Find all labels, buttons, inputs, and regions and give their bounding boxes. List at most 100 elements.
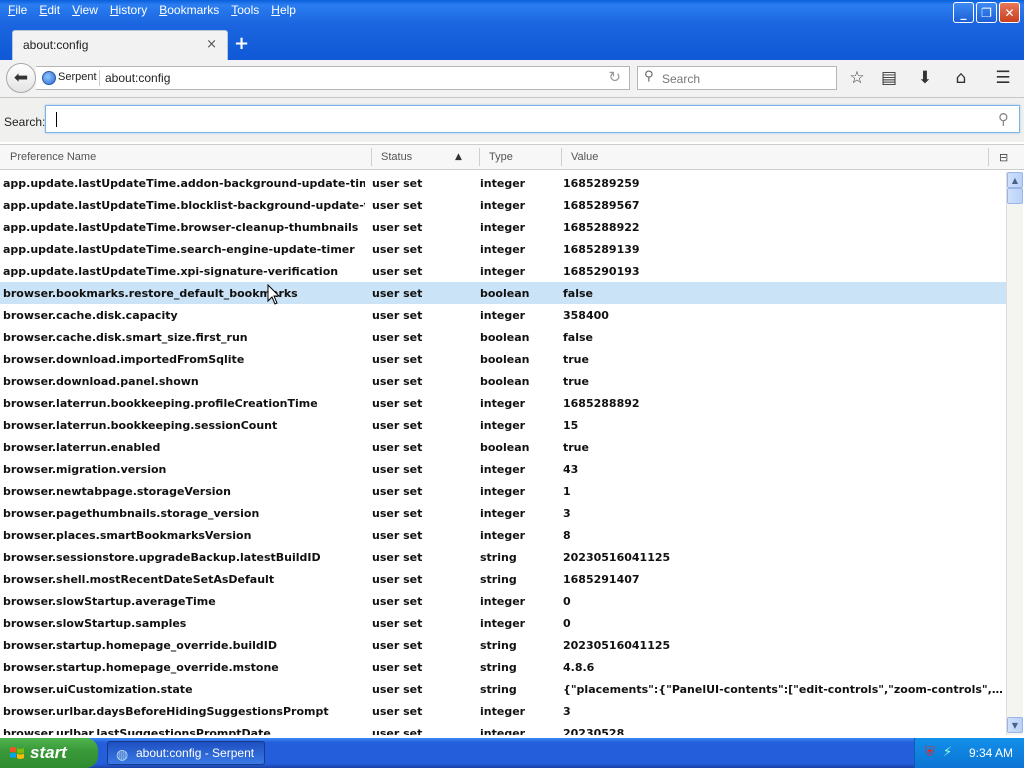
security-shield-icon[interactable]: ⛨: [925, 745, 935, 760]
pref-name-cell: app.update.lastUpdateTime.browser-cleanu…: [3, 221, 359, 234]
table-row[interactable]: app.update.lastUpdateTime.xpi-signature-…: [0, 260, 1006, 282]
pref-type-cell: integer: [480, 727, 526, 735]
url-bar[interactable]: Serpent about:config ↻: [36, 66, 630, 90]
back-button[interactable]: ⬅: [6, 63, 36, 93]
column-picker-icon[interactable]: ⊟: [999, 151, 1008, 164]
table-row[interactable]: browser.cache.disk.capacity user set integ…: [0, 304, 1006, 326]
table-row[interactable]: browser.migration.version user set integer…: [0, 458, 1006, 480]
table-row[interactable]: browser.download.importedFromSqlite user …: [0, 348, 1006, 370]
menu-item-label: elp: [279, 3, 296, 17]
table-row[interactable]: browser.urlbar.daysBeforeHidingSuggestio…: [0, 700, 1006, 722]
pref-name-cell: browser.bookmarks.restore_default_bookma…: [3, 287, 298, 300]
pref-value-cell: 0: [563, 617, 571, 630]
pref-name-cell: browser.urlbar.lastSuggestionsPromptDate: [3, 727, 271, 735]
pref-name-cell: browser.laterrun.bookkeeping.sessionCoun…: [3, 419, 278, 432]
column-value[interactable]: Value: [571, 151, 598, 163]
pref-type-cell: integer: [480, 705, 526, 718]
pref-status-cell: user set: [372, 199, 423, 212]
taskbar-window-button[interactable]: ◍ about:config - Serpent: [107, 741, 265, 765]
minimize-button[interactable]: _: [953, 2, 974, 23]
scroll-down-icon[interactable]: ▼: [1007, 717, 1023, 733]
table-row[interactable]: app.update.lastUpdateTime.search-engine-…: [0, 238, 1006, 260]
menu-item[interactable]: File: [2, 1, 33, 21]
menu-item[interactable]: Bookmarks: [153, 1, 225, 21]
downloads-icon[interactable]: ⬇: [914, 68, 936, 88]
scroll-up-icon[interactable]: ▲: [1007, 172, 1023, 188]
table-row[interactable]: browser.urlbar.lastSuggestionsPromptDate…: [0, 722, 1006, 735]
pref-value-cell: true: [563, 375, 589, 388]
search-input[interactable]: ⚲ Search: [637, 66, 837, 90]
column-preference-name[interactable]: Preference Name: [10, 151, 96, 163]
url-text[interactable]: about:config: [105, 71, 170, 85]
search-icon: ⚲: [644, 69, 654, 84]
pref-status-cell: user set: [372, 573, 423, 586]
navigation-toolbar: ⬅ Serpent about:config ↻ ⚲ Search ☆ ▤ ⬇ …: [0, 60, 1024, 98]
home-icon[interactable]: ⌂: [950, 68, 972, 88]
menu-item[interactable]: View: [66, 1, 104, 21]
bookmark-star-icon[interactable]: ☆: [846, 68, 868, 88]
table-row[interactable]: browser.laterrun.bookkeeping.profileCrea…: [0, 392, 1006, 414]
table-row[interactable]: app.update.lastUpdateTime.browser-cleanu…: [0, 216, 1006, 238]
column-type[interactable]: Type: [489, 151, 513, 163]
table-row[interactable]: browser.cache.disk.smart_size.first_run u…: [0, 326, 1006, 348]
table-row[interactable]: browser.bookmarks.restore_default_bookma…: [0, 282, 1006, 304]
config-search-input[interactable]: ⚲: [45, 105, 1020, 133]
hamburger-menu-icon[interactable]: ☰: [992, 68, 1014, 88]
table-row[interactable]: browser.shell.mostRecentDateSetAsDefault…: [0, 568, 1006, 590]
table-row[interactable]: browser.newtabpage.storageVersion user se…: [0, 480, 1006, 502]
new-tab-button[interactable]: +: [234, 33, 249, 54]
table-row[interactable]: browser.laterrun.enabled user set boolean t…: [0, 436, 1006, 458]
pref-type-cell: integer: [480, 463, 526, 476]
pref-value-cell: 20230516041125: [563, 551, 671, 564]
tab-close-icon[interactable]: ×: [206, 37, 217, 52]
table-row[interactable]: browser.uiCustomization.state user set str…: [0, 678, 1006, 700]
table-row[interactable]: browser.download.panel.shown user set bool…: [0, 370, 1006, 392]
column-divider[interactable]: [561, 148, 562, 166]
column-divider[interactable]: [371, 148, 372, 166]
pref-status-cell: user set: [372, 265, 423, 278]
close-window-button[interactable]: ✕: [999, 2, 1020, 23]
pref-name-cell: browser.laterrun.bookkeeping.profileCrea…: [3, 397, 318, 410]
pref-value-cell: 1685291407: [563, 573, 640, 586]
pref-status-cell: user set: [372, 595, 423, 608]
tab-about-config[interactable]: about:config ×: [12, 30, 228, 60]
pref-value-cell: true: [563, 441, 589, 454]
pref-status-cell: user set: [372, 661, 423, 674]
column-status[interactable]: Status: [381, 151, 412, 163]
table-row[interactable]: browser.laterrun.bookkeeping.sessionCoun…: [0, 414, 1006, 436]
vertical-scrollbar[interactable]: ▲ ▼: [1006, 172, 1023, 735]
column-divider[interactable]: [988, 148, 989, 166]
menu-item[interactable]: History: [104, 1, 153, 21]
scrollbar-thumb[interactable]: [1007, 188, 1023, 204]
table-row[interactable]: browser.slowStartup.averageTime user set i…: [0, 590, 1006, 612]
table-row[interactable]: browser.startup.homepage_override.mstone…: [0, 656, 1006, 678]
pref-name-cell: browser.cache.disk.smart_size.first_run: [3, 331, 248, 344]
pref-value-cell: false: [563, 331, 593, 344]
restore-button[interactable]: ❐: [976, 2, 997, 23]
table-row[interactable]: app.update.lastUpdateTime.blocklist-back…: [0, 194, 1006, 216]
pref-value-cell: 0: [563, 595, 571, 608]
table-row[interactable]: app.update.lastUpdateTime.addon-backgrou…: [0, 172, 1006, 194]
column-divider[interactable]: [479, 148, 480, 166]
menu-item[interactable]: Edit: [33, 1, 66, 21]
table-row[interactable]: browser.pagethumbnails.storage_version us…: [0, 502, 1006, 524]
pref-name-cell: browser.sessionstore.upgradeBackup.lates…: [3, 551, 321, 564]
bookmarks-menu-icon[interactable]: ▤: [878, 68, 900, 88]
pref-value-cell: 3: [563, 507, 571, 520]
pref-name-cell: browser.newtabpage.storageVersion: [3, 485, 231, 498]
table-row[interactable]: browser.slowStartup.samples user set integ…: [0, 612, 1006, 634]
network-icon[interactable]: ⚡: [943, 745, 952, 760]
table-row[interactable]: browser.sessionstore.upgradeBackup.lates…: [0, 546, 1006, 568]
menu-item-label: dit: [47, 3, 61, 17]
text-caret: [56, 112, 57, 127]
start-button[interactable]: start: [0, 738, 98, 768]
menu-item[interactable]: Tools: [225, 1, 265, 21]
menu-item[interactable]: Help: [265, 1, 302, 21]
table-row[interactable]: browser.startup.homepage_override.buildI…: [0, 634, 1006, 656]
reload-icon[interactable]: ↻: [608, 68, 621, 86]
pref-value-cell: 1685289259: [563, 177, 640, 190]
menu-accel-key: V: [72, 3, 80, 17]
windows-logo-icon: [10, 747, 24, 759]
table-row[interactable]: browser.places.smartBookmarksVersion user…: [0, 524, 1006, 546]
identity-label[interactable]: Serpent: [58, 71, 97, 83]
